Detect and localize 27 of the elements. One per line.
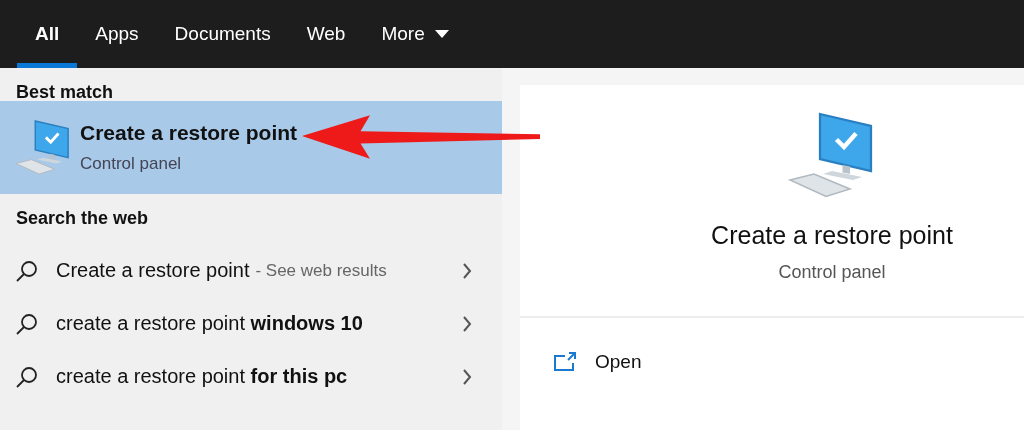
result-subtitle: Control panel bbox=[80, 154, 183, 174]
search-icon bbox=[16, 259, 38, 282]
section-heading: Best match bbox=[15, 81, 115, 101]
result-text: create a restore point for this pc bbox=[56, 365, 348, 388]
section-heading: Search the web bbox=[15, 207, 150, 230]
tab[interactable]: Documents bbox=[156, 0, 289, 68]
web-result-item[interactable]: create a restore point windows 10 bbox=[0, 297, 502, 350]
preview-subtitle: Control panel bbox=[778, 262, 886, 283]
best-match-item[interactable]: Create a restore point Control panel bbox=[0, 101, 502, 194]
tab[interactable]: Web bbox=[288, 0, 364, 68]
chevron-right-icon bbox=[462, 368, 472, 385]
result-title: Create a restore point bbox=[80, 121, 298, 145]
result-text: create a restore point windows 10 bbox=[56, 312, 363, 335]
web-result-item[interactable]: create a restore point for this pc bbox=[0, 350, 502, 403]
chevron-right-icon bbox=[462, 262, 472, 279]
chevron-right-icon bbox=[462, 315, 472, 332]
web-result-item[interactable]: Create a restore point - See web results bbox=[0, 244, 502, 297]
computer-icon bbox=[14, 118, 72, 177]
open-icon bbox=[553, 352, 577, 372]
tab[interactable]: More bbox=[363, 0, 467, 68]
search-icon bbox=[16, 312, 38, 335]
tab[interactable]: Apps bbox=[77, 0, 157, 68]
result-text: Create a restore point bbox=[56, 259, 250, 282]
open-action[interactable]: Open bbox=[520, 318, 1024, 406]
preview-title: Create a restore point bbox=[711, 221, 953, 250]
result-hint: - See web results bbox=[255, 260, 387, 281]
search-icon bbox=[16, 365, 38, 388]
